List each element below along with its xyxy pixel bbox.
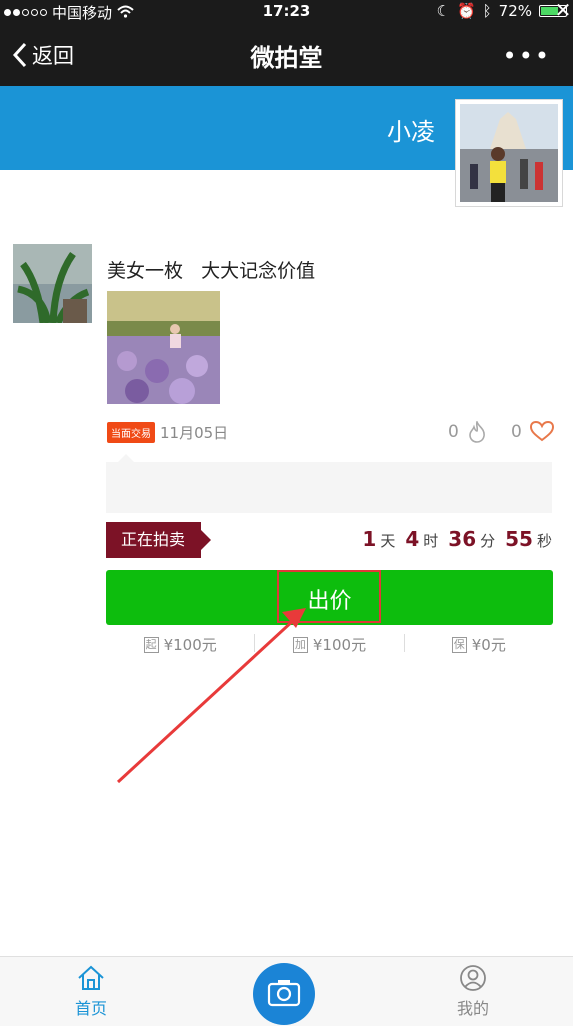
post-date: 11月05日 xyxy=(160,424,229,442)
deposit-price: 保 ¥0元 xyxy=(405,634,553,655)
tab-home-label: 首页 xyxy=(75,999,108,1018)
post-text: 美女一枚 大大记念价值 xyxy=(107,260,316,282)
countdown-hours: 4 xyxy=(405,527,420,551)
fire-icon xyxy=(469,421,485,443)
price-info: 起 ¥100元 加 ¥100元 保 ¥0元 xyxy=(106,634,553,655)
comment-notch xyxy=(118,454,134,462)
tab-me-label: 我的 xyxy=(457,999,490,1018)
more-options-icon[interactable]: ••• xyxy=(503,42,551,70)
post-author-avatar[interactable] xyxy=(13,244,92,325)
like-count: 0 xyxy=(511,421,522,442)
tab-me[interactable]: 我的 xyxy=(457,965,489,1019)
status-bar: 中国移动 17:23 ☾ ⏰ ᛒ 72% ✕ xyxy=(0,0,573,22)
bluetooth-icon: ᛒ xyxy=(482,2,492,20)
bid-button[interactable]: 出价 xyxy=(106,570,553,625)
deposit-icon: 保 xyxy=(451,636,467,653)
increment-icon: 加 xyxy=(292,636,308,653)
comment-area xyxy=(106,462,552,513)
battery-percent: 72% xyxy=(498,2,532,20)
deposit-price-value: ¥0元 xyxy=(471,636,506,654)
tab-home[interactable]: 首页 xyxy=(75,965,107,1019)
fire-counter[interactable]: 0 xyxy=(448,421,487,443)
post-photo[interactable] xyxy=(107,291,220,404)
bid-label: 出价 xyxy=(307,589,352,614)
close-icon[interactable]: ✕ xyxy=(553,0,573,20)
alarm-icon: ⏰ xyxy=(456,2,476,20)
profile-avatar[interactable] xyxy=(455,99,563,207)
camera-icon xyxy=(267,980,301,1007)
countdown-seconds: 55 xyxy=(505,527,533,551)
like-counter[interactable]: 0 xyxy=(511,421,554,442)
countdown-hours-unit: 时 xyxy=(423,532,439,550)
camera-button[interactable] xyxy=(253,963,315,1025)
increment-price: 加 ¥100元 xyxy=(255,634,403,655)
increment-price-value: ¥100元 xyxy=(312,636,367,654)
user-icon xyxy=(460,965,486,991)
countdown-minutes: 36 xyxy=(448,527,477,551)
fire-count: 0 xyxy=(448,422,459,442)
profile-name: 小凌 xyxy=(387,118,435,146)
trade-type-badge: 当面交易 xyxy=(107,422,155,443)
countdown-minutes-unit: 分 xyxy=(480,532,496,550)
navigation-bar: 返回 微拍堂 ••• xyxy=(0,22,573,86)
countdown-seconds-unit: 秒 xyxy=(536,532,552,550)
page-title: 微拍堂 xyxy=(250,44,323,72)
countdown-days: 1 xyxy=(362,527,377,551)
auction-countdown: 1天 4时 36 分 55 秒 xyxy=(362,527,552,551)
moon-icon: ☾ xyxy=(436,2,450,20)
countdown-days-unit: 天 xyxy=(380,532,396,550)
starting-price: 起 ¥100元 xyxy=(106,634,254,655)
start-price-icon: 起 xyxy=(143,636,159,653)
heart-icon xyxy=(529,421,554,442)
auction-status-tag: 正在拍卖 xyxy=(106,522,211,558)
home-icon xyxy=(78,965,104,990)
starting-price-value: ¥100元 xyxy=(163,636,217,654)
